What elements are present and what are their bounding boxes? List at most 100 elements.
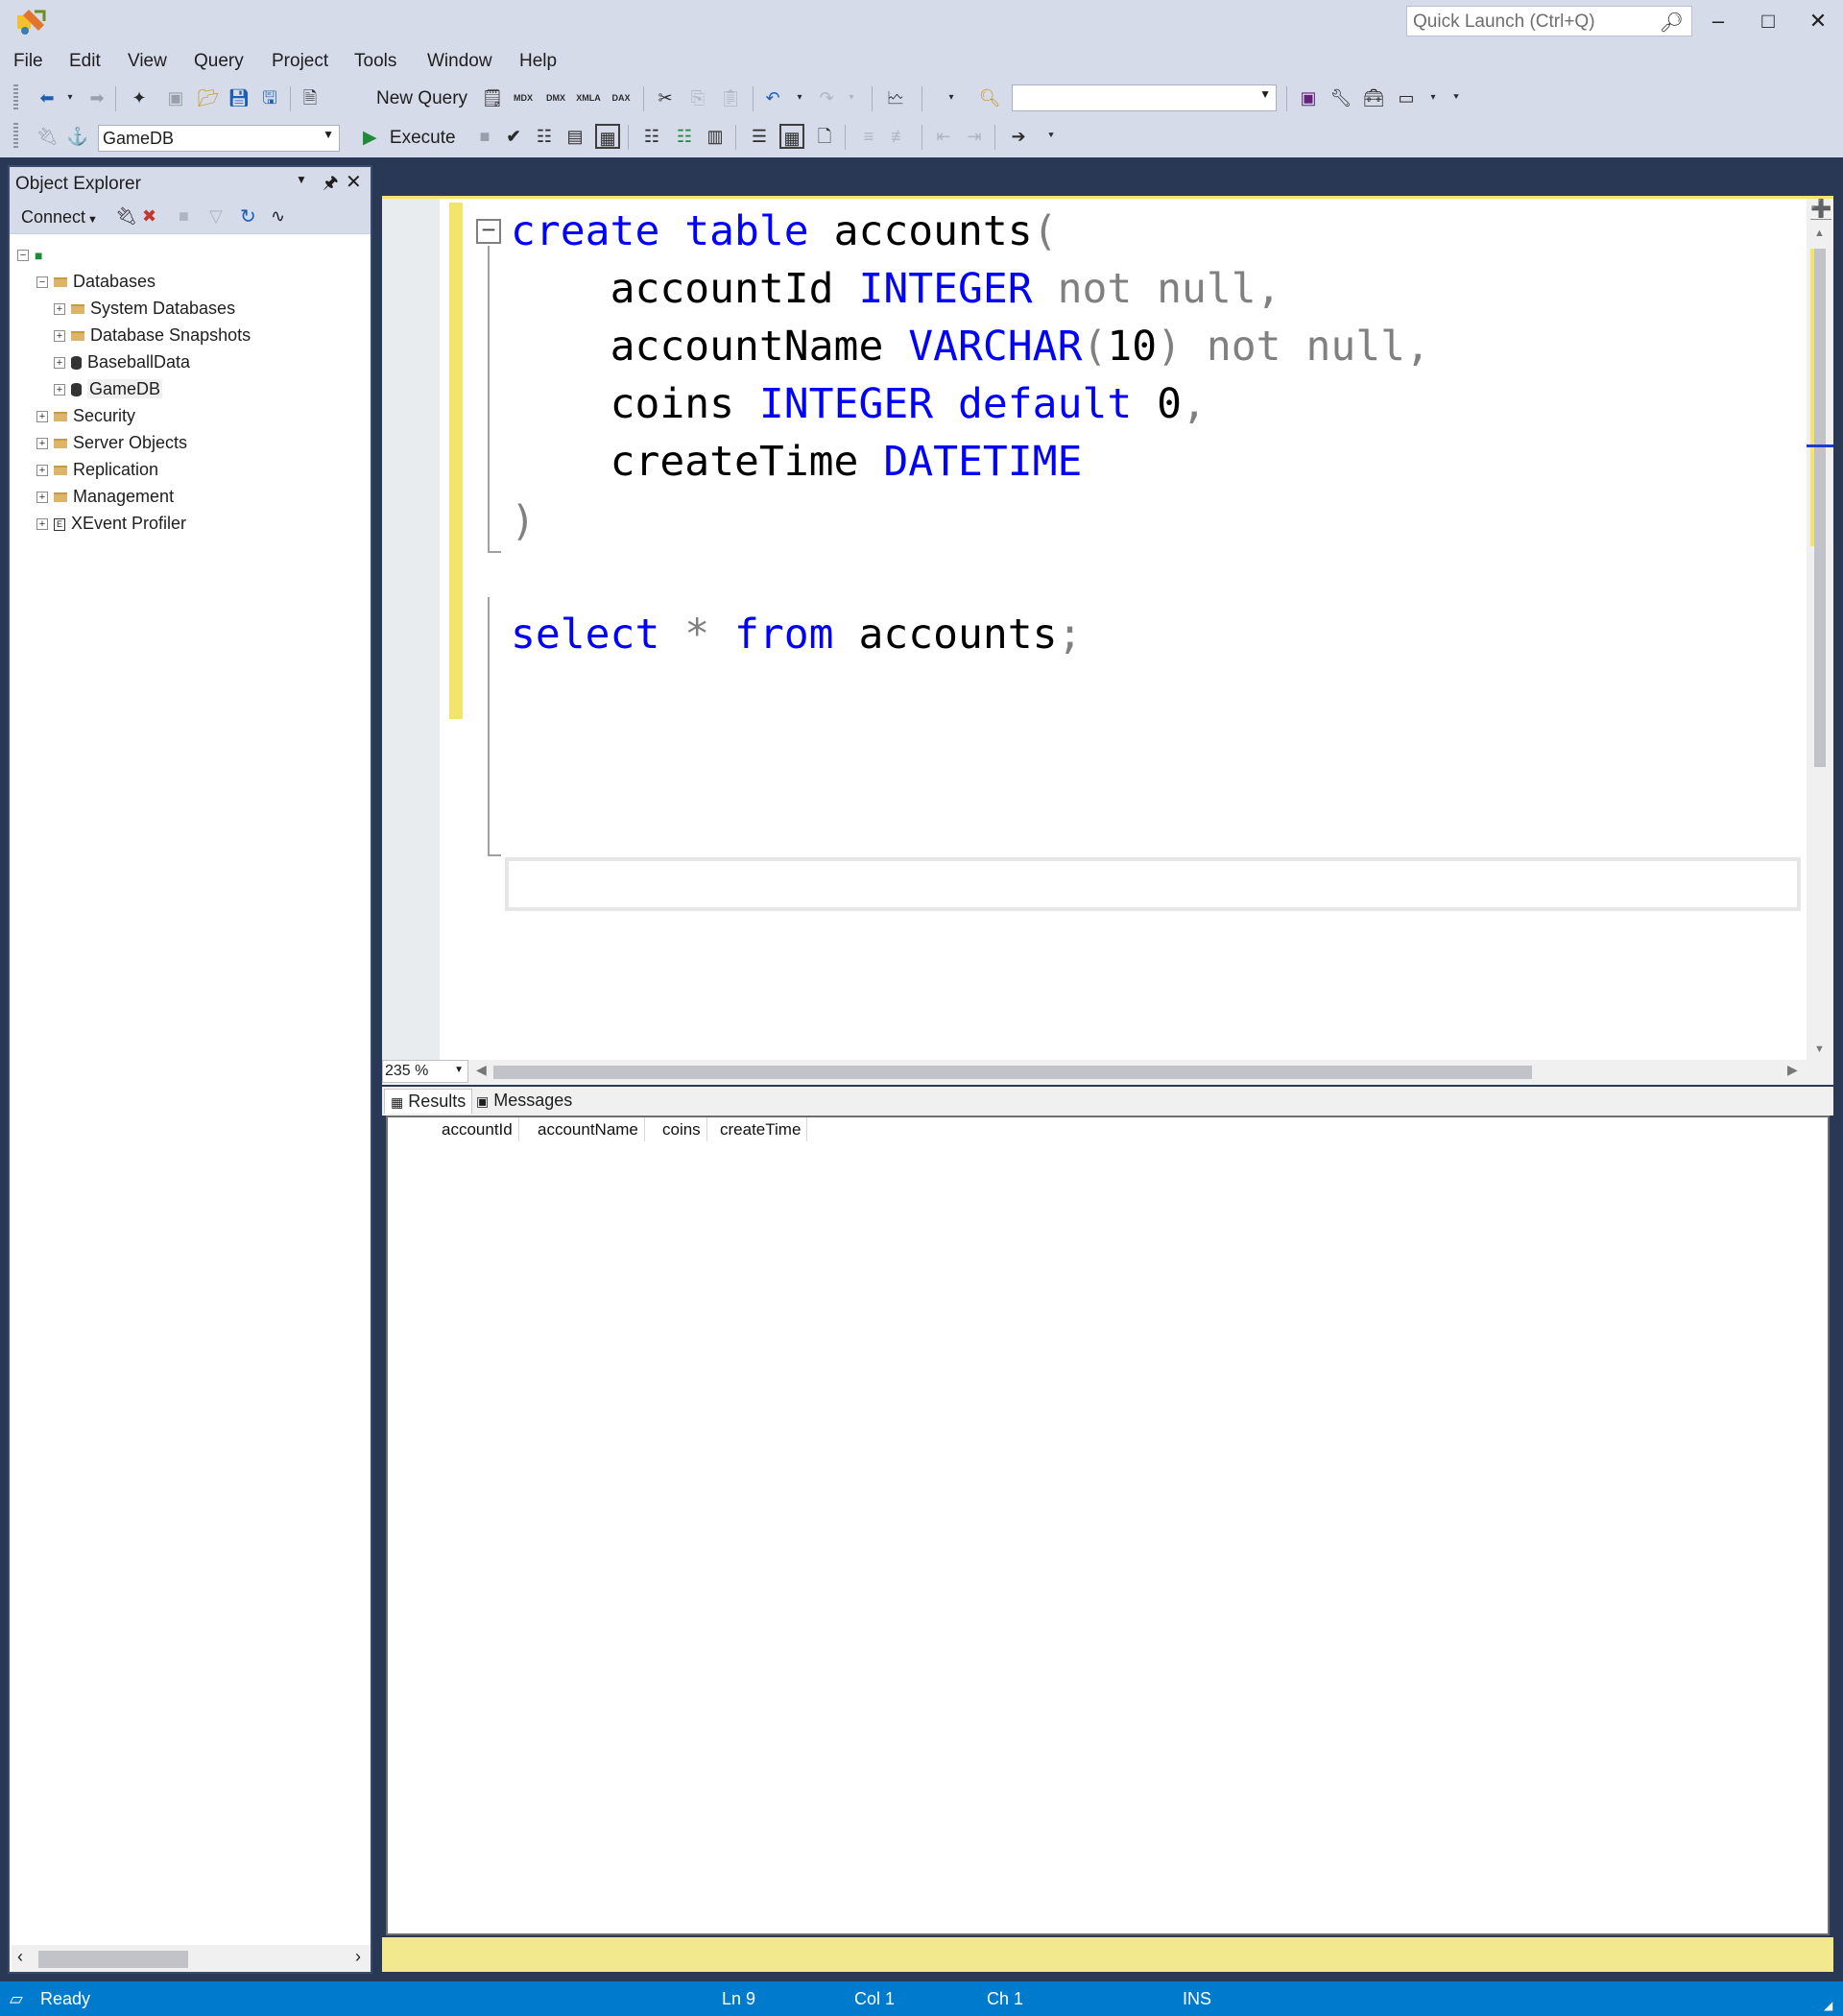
tree-item-baseballdata[interactable]: + BaseballData	[54, 348, 190, 375]
panel-close-icon[interactable]: ✕	[346, 170, 362, 194]
decrease-indent-icon[interactable]: ⇤	[931, 124, 956, 149]
client-statistics-icon[interactable]: ▥	[703, 124, 728, 149]
expand-icon[interactable]: +	[54, 303, 65, 316]
expand-icon[interactable]: +	[54, 330, 65, 343]
uncomment-icon[interactable]: ≢	[887, 124, 912, 149]
expand-icon[interactable]: +	[36, 411, 48, 423]
paste-icon[interactable]: 📋︎	[718, 85, 743, 110]
expand-icon[interactable]: +	[54, 357, 65, 370]
specify-template-values-icon[interactable]: ➔	[1006, 124, 1031, 149]
expand-icon[interactable]: +	[36, 492, 48, 504]
collapse-region-icon[interactable]: −	[476, 217, 501, 244]
split-window-icon[interactable]: ➕	[1810, 199, 1832, 220]
disconnect-icon[interactable]: ✖	[142, 206, 156, 227]
toolbar-overflow-icon[interactable]: ⯆	[1444, 85, 1469, 110]
new-query-icon[interactable]: 🗎︎	[298, 85, 323, 110]
parse-checkmark-icon[interactable]: ✔	[501, 124, 526, 149]
activity-monitor-icon[interactable]: 🗠︎	[883, 85, 908, 110]
stop-icon[interactable]: ■	[179, 206, 189, 227]
scroll-down-icon[interactable]: ▼	[1814, 1044, 1825, 1055]
undo-icon[interactable]: ↶	[760, 85, 785, 110]
forward-icon[interactable]: ➡	[84, 85, 109, 110]
increase-indent-icon[interactable]: ⇥	[962, 124, 987, 149]
new-query-button[interactable]: New Query	[376, 88, 467, 109]
find-combo[interactable]: ▼	[1012, 84, 1277, 111]
maximize-button[interactable]: □	[1745, 6, 1791, 36]
save-icon[interactable]: 💾︎	[227, 85, 251, 110]
menu-view[interactable]: View	[128, 51, 167, 72]
connect-plug-icon[interactable]: 🔌︎	[115, 206, 137, 227]
collapse-icon[interactable]: −	[36, 276, 48, 289]
pin-icon[interactable]: 🖈︎	[323, 171, 339, 200]
menu-file[interactable]: File	[13, 51, 43, 72]
mdx-query-icon[interactable]: MDX	[511, 85, 536, 110]
open-file-icon[interactable]: 📂︎	[196, 85, 221, 110]
solution-config-dropdown-icon[interactable]: ▾	[939, 85, 964, 110]
tree-item-system-databases[interactable]: + System Databases	[54, 295, 235, 322]
scroll-thumb[interactable]	[1814, 249, 1826, 767]
resize-grip-icon[interactable]: ◢	[1824, 1999, 1832, 2012]
undo-dropdown-icon[interactable]: ▾	[787, 85, 812, 110]
command-dropdown-icon[interactable]: ▾	[1421, 85, 1446, 110]
column-header[interactable]: createTime	[714, 1117, 808, 1141]
toolbar-grip[interactable]	[13, 84, 18, 111]
tab-results[interactable]: ▦ Results	[384, 1089, 473, 1114]
results-grid[interactable]: accountId accountName coins createTime	[386, 1116, 1830, 1935]
command-window-icon[interactable]: ▭	[1394, 85, 1419, 110]
copy-icon[interactable]: ⎘	[685, 85, 710, 110]
tree-item-database-snapshots[interactable]: + Database Snapshots	[54, 322, 251, 348]
connect-button[interactable]: Connect ▼	[21, 207, 98, 228]
redo-dropdown-icon[interactable]: ▾	[839, 85, 864, 110]
results-to-grid-icon[interactable]: ▦	[595, 124, 620, 149]
new-project-icon[interactable]: ✦	[127, 85, 152, 110]
menu-query[interactable]: Query	[194, 51, 244, 72]
filter-icon[interactable]: ▽	[209, 206, 223, 227]
cut-icon[interactable]: ✂	[653, 85, 678, 110]
add-item-icon[interactable]: ▣	[163, 85, 188, 110]
tree-item-gamedb[interactable]: + GameDB	[54, 375, 163, 402]
tree-item-xevent-profiler[interactable]: + E XEvent Profiler	[36, 510, 186, 537]
column-header[interactable]: coins	[657, 1117, 707, 1141]
actual-plan-icon[interactable]: ☷	[639, 124, 664, 149]
properties-wrench-icon[interactable]: 🔧︎	[1328, 85, 1353, 110]
object-explorer-hscrollbar[interactable]: ‹ ›	[12, 1945, 371, 1972]
query-designer-icon[interactable]: ▤	[562, 124, 587, 149]
collapse-icon[interactable]: −	[17, 250, 29, 262]
redo-icon[interactable]: ↷	[814, 85, 839, 110]
scroll-right-icon[interactable]: ›	[355, 1947, 361, 1967]
tree-item-management[interactable]: + Management	[36, 483, 174, 510]
live-stats-icon[interactable]: ☷	[672, 124, 697, 149]
activity-monitor-icon[interactable]: ∿	[271, 206, 285, 227]
dropdown-arrow-icon[interactable]: ▾	[58, 85, 83, 110]
zoom-combo[interactable]: 235 % ▼	[382, 1060, 468, 1083]
tree-server-node[interactable]: − ■	[17, 241, 42, 268]
scroll-left-icon[interactable]: ◀	[476, 1062, 487, 1078]
visual-studio-icon[interactable]: ▣	[1296, 85, 1321, 110]
tree-item-replication[interactable]: + Replication	[36, 456, 158, 483]
comment-icon[interactable]: ≡	[856, 124, 881, 149]
cancel-query-icon[interactable]: ■	[472, 124, 497, 149]
expand-icon[interactable]: +	[36, 438, 48, 450]
tree-item-databases[interactable]: − Databases	[36, 268, 156, 295]
menu-help[interactable]: Help	[519, 51, 557, 72]
dmx-query-icon[interactable]: DMX	[543, 85, 568, 110]
menu-edit[interactable]: Edit	[69, 51, 101, 72]
panel-dropdown-icon[interactable]: ▼	[296, 173, 307, 186]
expand-icon[interactable]: +	[54, 384, 65, 396]
minimize-button[interactable]: –	[1695, 6, 1741, 36]
menu-project[interactable]: Project	[272, 51, 328, 72]
estimated-plan-icon[interactable]: ☷	[532, 124, 557, 149]
save-all-icon[interactable]: 🖫︎	[257, 85, 282, 110]
quick-launch-input[interactable]: Quick Launch (Ctrl+Q) 🔎︎	[1406, 6, 1692, 36]
tree-item-security[interactable]: + Security	[36, 402, 135, 429]
tree-item-server-objects[interactable]: + Server Objects	[36, 429, 187, 456]
editor-vscrollbar[interactable]: ➕ ▲ ▼	[1807, 199, 1833, 1066]
scroll-left-icon[interactable]: ‹	[17, 1947, 23, 1967]
refresh-icon[interactable]: ↻	[240, 204, 256, 228]
results-to-text-icon[interactable]: ☰	[747, 124, 772, 149]
column-header[interactable]: accountId	[436, 1117, 519, 1141]
menu-window[interactable]: Window	[427, 51, 492, 72]
find-in-files-icon[interactable]: 🔍︎	[977, 85, 1002, 110]
column-header[interactable]: accountName	[532, 1117, 645, 1141]
tab-messages[interactable]: ▣ Messages	[470, 1089, 578, 1114]
